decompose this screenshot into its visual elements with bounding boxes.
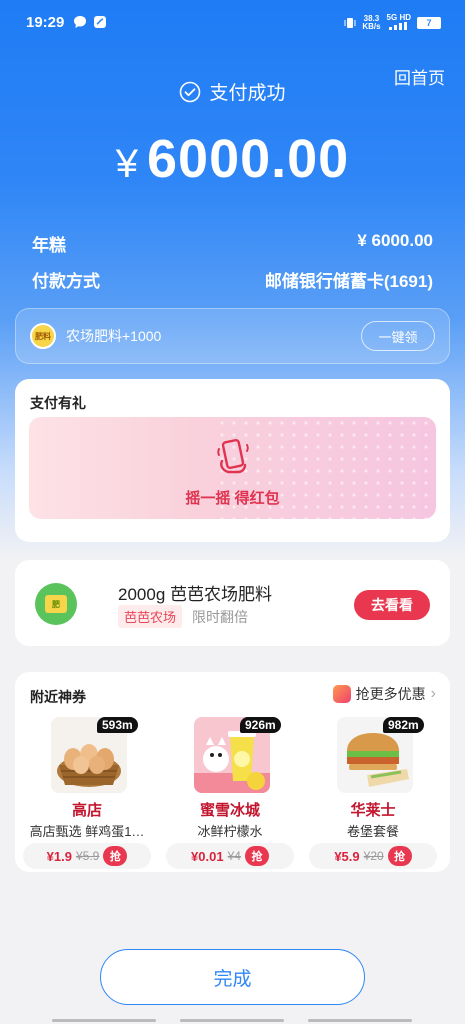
currency-symbol: ¥ (115, 142, 140, 186)
item-row: 年糕 ¥ 6000.00 (32, 231, 433, 256)
price-row: ¥5.9 ¥20 抢 (309, 843, 437, 869)
original-price: ¥5.9 (75, 849, 100, 863)
payment-amount: ¥6000.00 (0, 128, 465, 190)
payment-method-row: 付款方式 邮储银行储蓄卡(1691) (32, 267, 433, 292)
nav-indicator (180, 1019, 284, 1022)
deals-icon (332, 685, 351, 703)
farm-logo-text: 肥 (45, 595, 67, 613)
success-text: 支付成功 (209, 83, 286, 104)
fertilizer-reward-bar: 肥料 农场肥料+1000 一键领 (15, 308, 450, 364)
fertilizer-badge-icon: 肥料 (30, 323, 56, 349)
store-name: 高店 (71, 802, 102, 819)
signal-label: 5G HD (386, 13, 411, 22)
coupon-price: ¥1.9 (46, 848, 72, 864)
distance-badge: 593m (97, 717, 138, 733)
coupon-price: ¥0.01 (191, 848, 224, 864)
net-speed-unit: KB/s (362, 22, 381, 31)
coupon-price: ¥5.9 (334, 848, 360, 864)
signal-icon (388, 22, 407, 30)
grab-button[interactable]: 抢 (244, 846, 269, 866)
grab-button[interactable]: 抢 (103, 846, 128, 866)
original-price: ¥20 (363, 849, 384, 863)
farm-title: 2000g 芭芭农场肥料 (118, 585, 272, 604)
reward-text: 农场肥料+1000 (66, 328, 162, 344)
battery-icon: 7 (417, 17, 441, 29)
farm-subline: 芭芭农场 限时翻倍 (118, 605, 248, 628)
more-deals-text: 抢更多优惠 (355, 686, 426, 702)
nav-indicator (308, 1019, 412, 1022)
nearby-coupons-card: 附近神券 抢更多优惠 › 593m 高店 高店甄选 鲜鸡蛋1… ¥1.9 ¥5.… (15, 672, 450, 872)
coupons-title: 附近神券 (30, 689, 86, 705)
net-speed: 38.3 KB/s (362, 15, 380, 31)
store-name: 蜜雪冰城 (199, 802, 260, 819)
status-bar: 19:29 38.3 KB/s 5G HD 7 (0, 0, 465, 50)
coupon-item[interactable]: 926m 蜜雪冰城 冰鲜柠檬水 ¥0.01 ¥4 抢 (160, 717, 300, 869)
status-time: 19:29 (26, 14, 65, 31)
shake-phone-icon (216, 438, 249, 474)
distance-badge: 926m (240, 717, 281, 733)
price-row: ¥1.9 ¥5.9 抢 (23, 843, 151, 869)
coupon-desc: 冰鲜柠檬水 (197, 824, 263, 839)
farm-sub-text: 限时翻倍 (192, 608, 249, 625)
nav-indicator (52, 1019, 156, 1022)
method-label: 付款方式 (32, 272, 100, 291)
coupon-desc: 卷堡套餐 (346, 824, 399, 839)
grab-button[interactable]: 抢 (387, 846, 412, 866)
coupon-item[interactable]: 593m 高店 高店甄选 鲜鸡蛋1… ¥1.9 ¥5.9 抢 (17, 717, 157, 869)
claim-all-button[interactable]: 一键领 (361, 321, 435, 351)
farm-tag: 芭芭农场 (118, 605, 183, 628)
payment-success-title: 支付成功 (0, 78, 465, 105)
message-icon (74, 16, 86, 28)
item-label: 年糕 (32, 236, 66, 255)
amount-value: 6000.00 (147, 129, 350, 189)
vibrate-icon (344, 18, 356, 28)
check-circle-icon (180, 81, 201, 102)
original-price: ¥4 (227, 849, 241, 863)
shake-text: 摇一摇 得红包 (185, 490, 280, 507)
coupon-item[interactable]: 982m 华莱士 卷堡套餐 ¥5.9 ¥20 抢 (303, 717, 443, 869)
coupon-desc: 高店甄选 鲜鸡蛋1… (29, 824, 145, 839)
signal-indicator: 5G HD (387, 14, 411, 32)
done-button[interactable]: 完成 (100, 949, 365, 1005)
farm-logo-icon: 肥 (35, 583, 77, 625)
status-right: 38.3 KB/s 5G HD 7 (344, 14, 441, 32)
distance-badge: 982m (383, 717, 424, 733)
chevron-right-icon: › (430, 685, 436, 702)
method-value: 邮储银行储蓄卡(1691) (264, 272, 433, 291)
shake-red-packet-banner[interactable]: 摇一摇 得红包 (29, 417, 436, 519)
payment-gift-card: 支付有礼 摇一摇 得红包 (15, 379, 450, 542)
price-row: ¥0.01 ¥4 抢 (166, 843, 294, 869)
go-look-button[interactable]: 去看看 (354, 590, 430, 620)
more-deals-link[interactable]: 抢更多优惠 › (332, 684, 436, 704)
app-notification-icon (94, 16, 106, 28)
item-value: ¥ 6000.00 (357, 231, 433, 250)
gift-title: 支付有礼 (30, 395, 86, 411)
farm-fertilizer-card: 肥 2000g 芭芭农场肥料 芭芭农场 限时翻倍 去看看 (15, 560, 450, 646)
store-name: 华莱士 (350, 802, 396, 819)
